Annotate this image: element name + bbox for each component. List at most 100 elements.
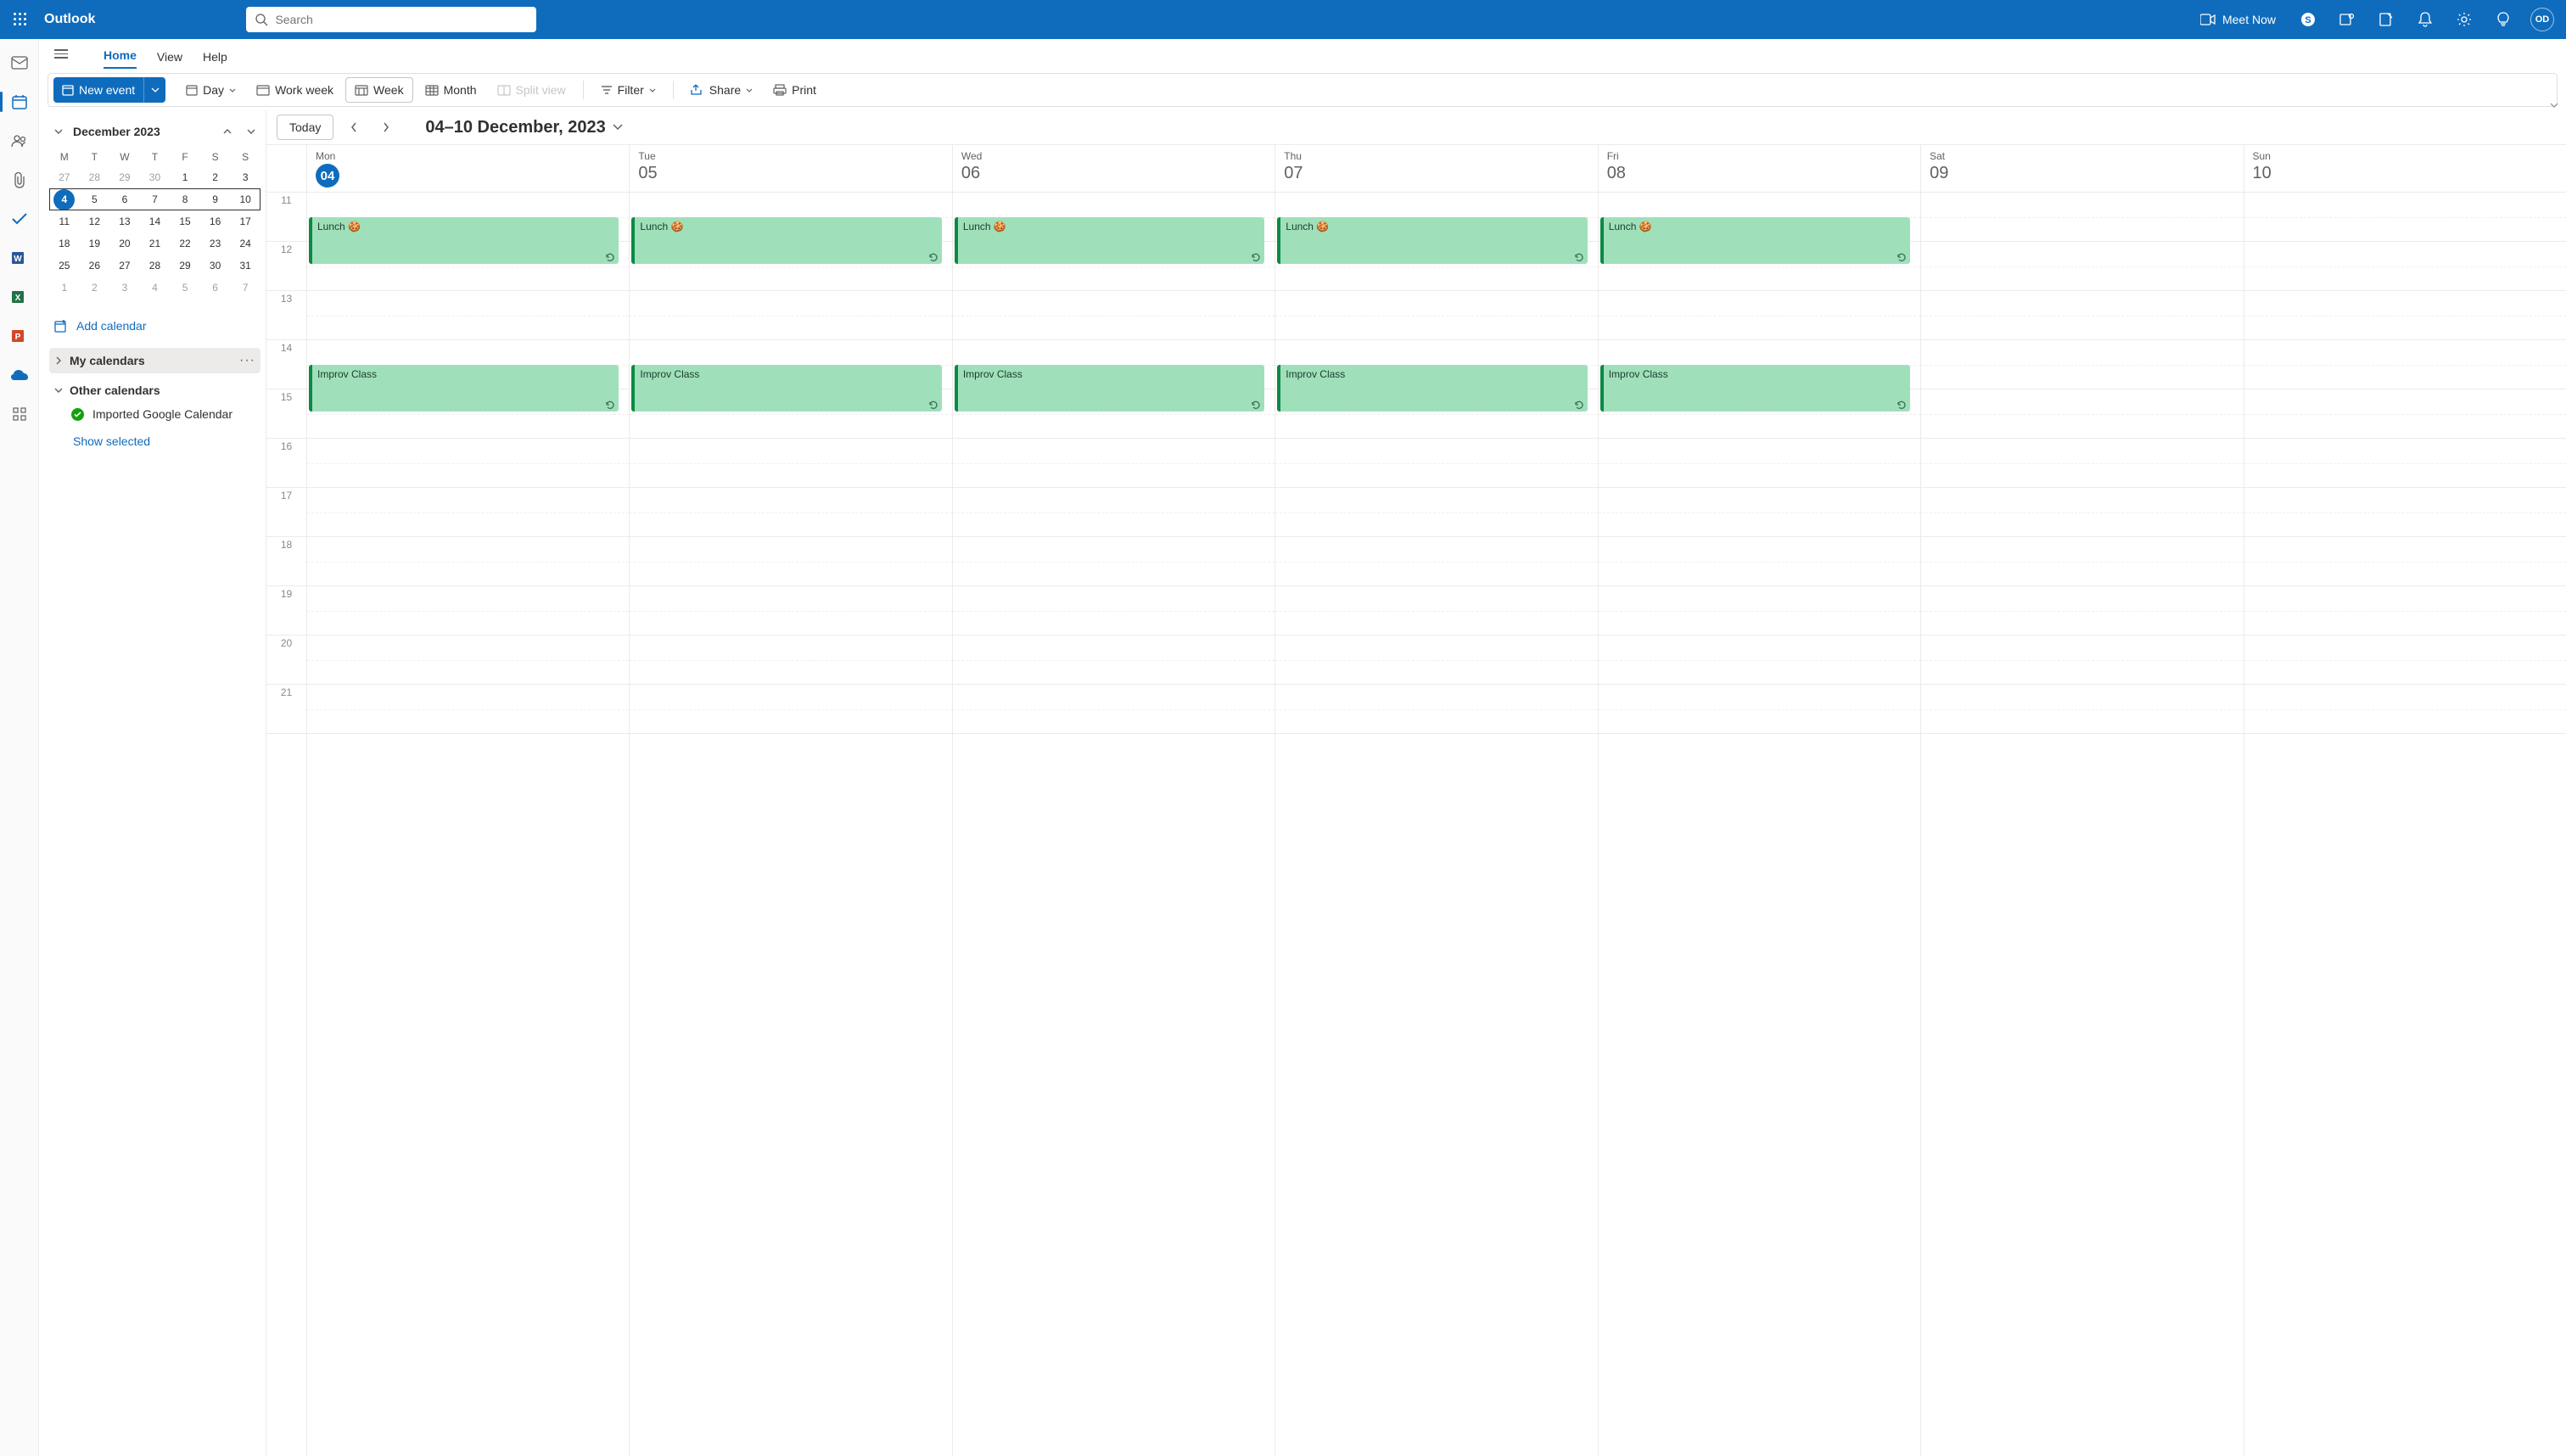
time-slot[interactable] <box>2244 537 2566 586</box>
mini-day[interactable]: 19 <box>84 233 105 255</box>
prev-month[interactable] <box>218 122 237 141</box>
time-slot[interactable] <box>2244 389 2566 439</box>
search-input[interactable] <box>275 13 528 26</box>
time-slot[interactable] <box>953 636 1275 685</box>
rail-todo[interactable] <box>6 207 33 231</box>
event-lunch[interactable]: Lunch 🍪 <box>309 217 619 264</box>
time-slot[interactable] <box>1275 439 1597 488</box>
time-slot[interactable] <box>1275 586 1597 636</box>
time-slot[interactable] <box>1599 586 1920 636</box>
mini-day[interactable]: 6 <box>114 189 135 210</box>
day-column[interactable]: Wed06Lunch 🍪Improv Class <box>953 145 1275 1456</box>
time-slot[interactable] <box>953 439 1275 488</box>
time-slot[interactable] <box>1921 439 2243 488</box>
time-slot[interactable] <box>1599 685 1920 734</box>
time-slot[interactable] <box>630 537 951 586</box>
notifications-button[interactable] <box>2408 0 2442 39</box>
rail-onedrive[interactable] <box>6 363 33 387</box>
time-slot[interactable] <box>1921 193 2243 242</box>
time-slot[interactable] <box>1921 685 2243 734</box>
time-slot[interactable] <box>307 488 629 537</box>
mini-day[interactable]: 30 <box>204 255 226 277</box>
tab-help[interactable]: Help <box>203 45 227 69</box>
event-lunch[interactable]: Lunch 🍪 <box>1277 217 1587 264</box>
time-slot[interactable] <box>1921 586 2243 636</box>
mini-day[interactable]: 27 <box>53 167 75 188</box>
time-slot[interactable] <box>307 586 629 636</box>
rail-more-apps[interactable] <box>6 402 33 426</box>
rail-people[interactable] <box>6 129 33 153</box>
mini-day[interactable]: 28 <box>144 255 165 277</box>
next-week[interactable] <box>374 115 398 139</box>
time-slot[interactable] <box>307 537 629 586</box>
time-slot[interactable] <box>953 488 1275 537</box>
event-lunch[interactable]: Lunch 🍪 <box>631 217 941 264</box>
mini-day[interactable]: 7 <box>144 189 165 210</box>
mini-day[interactable]: 11 <box>53 211 75 232</box>
time-slot[interactable] <box>2244 636 2566 685</box>
time-slot[interactable] <box>953 685 1275 734</box>
time-slot[interactable] <box>953 291 1275 340</box>
event-improv[interactable]: Improv Class <box>1600 365 1910 412</box>
time-slot[interactable] <box>630 636 951 685</box>
time-slot[interactable] <box>1921 537 2243 586</box>
day-column[interactable]: Sun10 <box>2244 145 2566 1456</box>
time-slot[interactable] <box>1921 389 2243 439</box>
day-column[interactable]: Mon04Lunch 🍪Improv Class <box>307 145 630 1456</box>
time-slot[interactable] <box>307 291 629 340</box>
mini-day[interactable]: 30 <box>144 167 165 188</box>
time-slot[interactable] <box>1599 488 1920 537</box>
time-slot[interactable] <box>2244 586 2566 636</box>
teams-button[interactable] <box>2330 0 2364 39</box>
time-slot[interactable] <box>953 537 1275 586</box>
filter-button[interactable]: Filter <box>592 77 664 103</box>
mini-day[interactable]: 18 <box>53 233 75 255</box>
day-column[interactable]: Tue05Lunch 🍪Improv Class <box>630 145 952 1456</box>
new-event-dropdown[interactable] <box>143 77 165 103</box>
mini-day[interactable]: 31 <box>235 255 256 277</box>
mini-day[interactable]: 17 <box>235 211 256 232</box>
time-slot[interactable] <box>953 586 1275 636</box>
event-improv[interactable]: Improv Class <box>955 365 1264 412</box>
time-slot[interactable] <box>2244 193 2566 242</box>
rail-mail[interactable] <box>6 51 33 75</box>
time-slot[interactable] <box>630 488 951 537</box>
mini-day[interactable]: 28 <box>84 167 105 188</box>
time-slot[interactable] <box>1921 488 2243 537</box>
nav-toggle[interactable] <box>54 42 78 66</box>
mini-day[interactable]: 27 <box>114 255 135 277</box>
tab-home[interactable]: Home <box>104 43 137 69</box>
time-slot[interactable] <box>1599 291 1920 340</box>
ribbon-expand[interactable] <box>2550 103 2558 108</box>
mini-day[interactable]: 1 <box>53 277 75 299</box>
prev-week[interactable] <box>342 115 366 139</box>
account-avatar[interactable]: OD <box>2530 8 2554 31</box>
time-slot[interactable] <box>1275 685 1597 734</box>
mini-day[interactable]: 5 <box>84 189 105 210</box>
other-calendars-group[interactable]: Other calendars <box>49 378 261 402</box>
mini-day[interactable]: 15 <box>175 211 196 232</box>
meet-now-button[interactable]: Meet Now <box>2190 13 2286 26</box>
time-slot[interactable] <box>630 291 951 340</box>
mini-day[interactable]: 8 <box>175 189 196 210</box>
mini-day[interactable]: 2 <box>204 167 226 188</box>
search-box[interactable] <box>246 7 536 32</box>
time-slot[interactable] <box>630 685 951 734</box>
time-slot[interactable] <box>2244 439 2566 488</box>
time-slot[interactable] <box>307 636 629 685</box>
view-month-button[interactable]: Month <box>417 77 485 103</box>
mini-day[interactable]: 25 <box>53 255 75 277</box>
event-lunch[interactable]: Lunch 🍪 <box>955 217 1264 264</box>
next-month[interactable] <box>242 122 261 141</box>
time-slot[interactable] <box>1275 537 1597 586</box>
time-slot[interactable] <box>2244 291 2566 340</box>
add-calendar-button[interactable]: Add calendar <box>49 311 261 341</box>
time-slot[interactable] <box>630 586 951 636</box>
time-slot[interactable] <box>2244 340 2566 389</box>
time-slot[interactable] <box>1921 340 2243 389</box>
rail-files[interactable] <box>6 168 33 192</box>
mini-day[interactable]: 4 <box>144 277 165 299</box>
share-button[interactable]: Share <box>682 77 761 103</box>
mini-day[interactable]: 12 <box>84 211 105 232</box>
mini-day[interactable]: 23 <box>204 233 226 255</box>
